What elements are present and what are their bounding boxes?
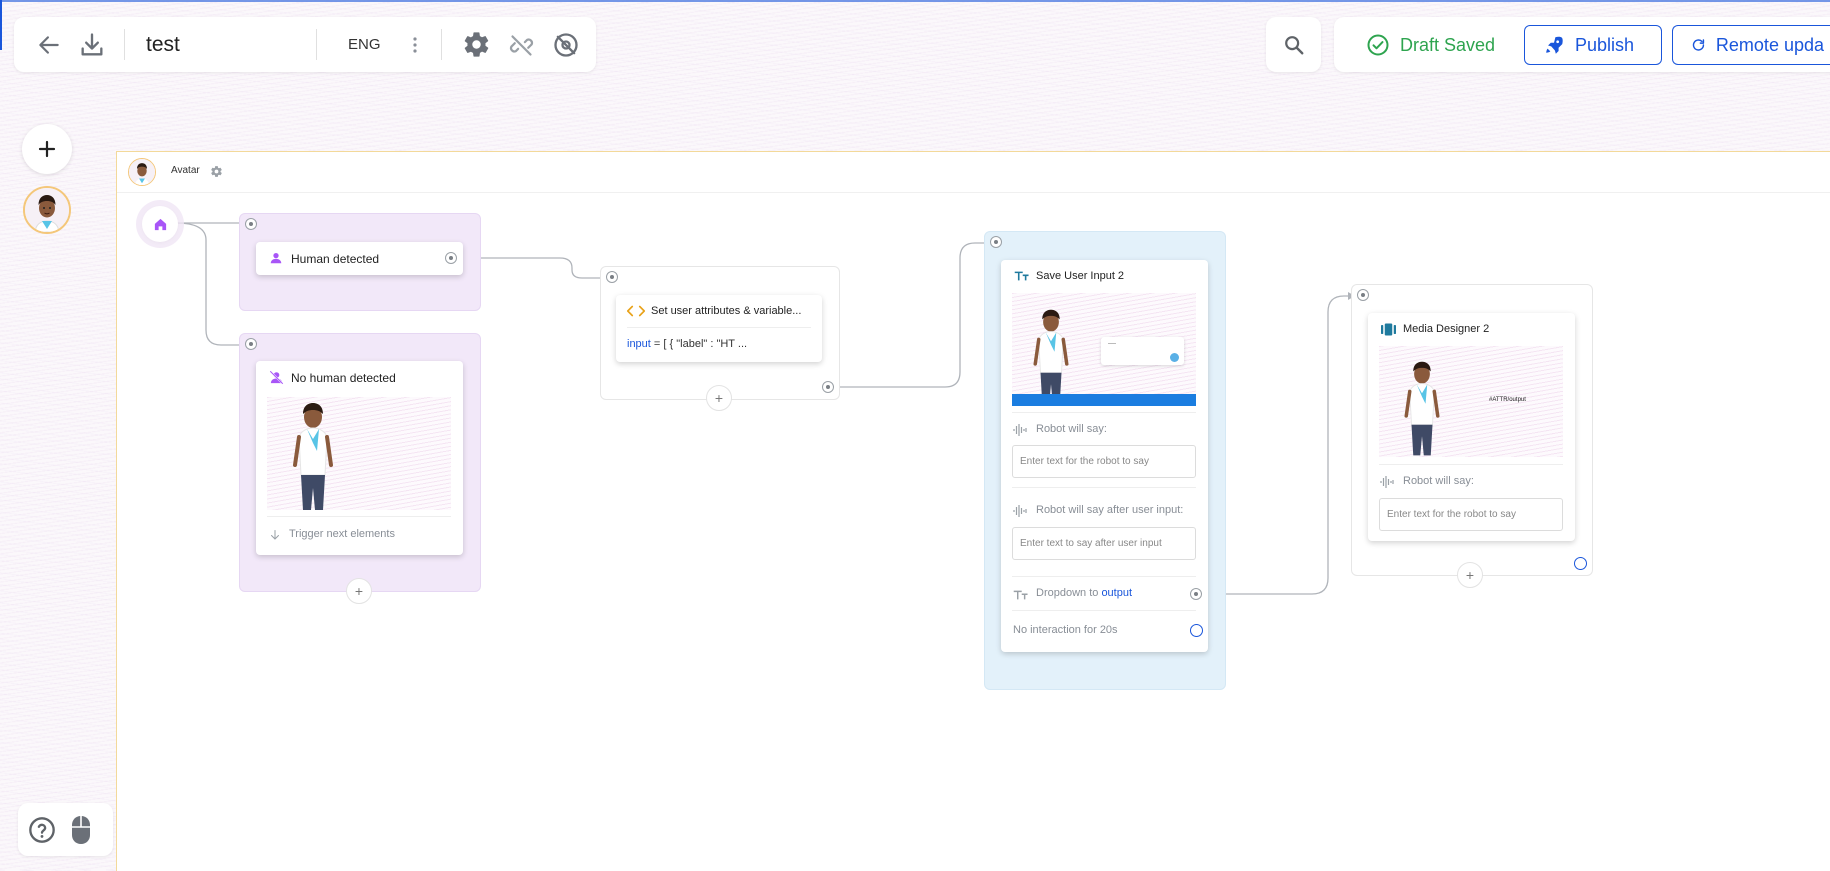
media-icon [1381,323,1396,336]
user-off-icon [269,370,284,385]
output-port[interactable] [1574,557,1587,570]
code-preview: input = [ { "label" : "HT ... [627,338,747,350]
node-human-detected[interactable]: Human detected [256,242,463,275]
node-set-attributes[interactable]: Set user attributes & variable... input … [616,295,822,362]
node-title: Save User Input 2 [1036,270,1125,282]
text-type-icon [1014,271,1029,281]
input-port[interactable] [1357,289,1369,301]
node-save-user-input[interactable]: Save User Input 2 Robot will say: Enter … [1001,260,1208,652]
arrow-down-icon [271,530,279,540]
avatar-figure [293,403,333,510]
timeout-output-port[interactable] [1190,624,1203,637]
add-after-button[interactable]: + [706,385,732,411]
input-mock-line [1108,343,1116,344]
voice-wave-icon [1013,424,1027,436]
output-port[interactable] [445,252,457,264]
node-title: Media Designer 2 [1403,323,1490,335]
divider [1379,464,1563,465]
divider [1012,576,1196,577]
code-rest: = [ { "label" : "HT ... [650,338,748,350]
voice-wave-icon [1380,476,1394,488]
avatar-figure [1404,361,1440,456]
node-media-designer[interactable]: Media Designer 2 #ATTR/output Robot will… [1368,313,1575,541]
robot-after-label: Robot will say after user input: [1036,504,1184,516]
dropdown-prefix: Dropdown to [1036,587,1102,599]
add-after-button[interactable]: + [1457,562,1483,588]
robot-after-input[interactable]: Enter text to say after user input [1012,527,1196,560]
robot-say-input[interactable]: Enter text for the robot to say [1379,498,1563,531]
node-title: No human detected [291,371,396,385]
input-port[interactable] [606,271,618,283]
input-port[interactable] [245,218,257,230]
input-port[interactable] [990,236,1002,248]
input-port[interactable] [245,338,257,350]
start-node[interactable] [142,206,178,242]
no-interaction-label: No interaction for 20s [1013,624,1118,636]
media-preview [1012,293,1196,406]
divider [627,327,811,328]
media-preview [267,397,451,510]
divider [1012,610,1196,611]
robot-say-label: Robot will say: [1036,423,1107,435]
code-icon [627,305,645,317]
input-mock-dot [1170,353,1179,362]
node-title: Human detected [291,252,380,266]
dropdown-output-port[interactable] [1190,588,1202,600]
dropdown-target: output [1101,587,1133,599]
trigger-next-label[interactable]: Trigger next elements [289,528,395,540]
node-no-human-detected[interactable]: No human detected Trigger next elements [256,361,463,555]
dropdown-row[interactable]: Dropdown to output [1036,587,1132,599]
node-title: Set user attributes & variable... [651,305,802,317]
divider [1012,487,1196,488]
divider [267,516,451,517]
divider [1012,412,1196,413]
add-after-button[interactable]: + [346,578,372,604]
media-preview: #ATTR/output [1379,346,1563,457]
user-icon [270,253,282,264]
preview-bar [1012,394,1196,406]
robot-say-label: Robot will say: [1403,475,1474,487]
robot-say-input[interactable]: Enter text for the robot to say [1012,445,1196,478]
preview-text: #ATTR/output [1489,397,1526,403]
output-port[interactable] [822,381,834,393]
code-key: input [627,338,651,350]
avatar-figure [1033,309,1069,404]
text-type-icon [1013,590,1028,600]
input-mock [1101,337,1184,365]
voice-wave-icon [1013,505,1027,517]
home-icon [154,218,166,230]
